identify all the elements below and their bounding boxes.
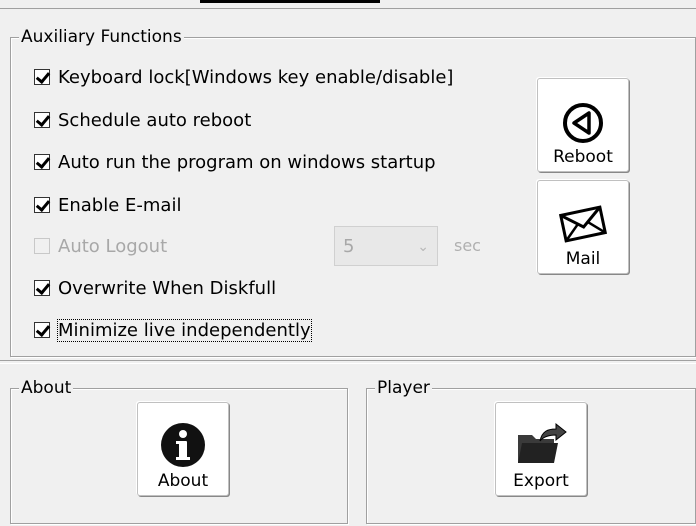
about-button[interactable]: About: [137, 402, 229, 496]
about-button-label: About: [157, 471, 209, 491]
export-button-label: Export: [513, 471, 569, 491]
mail-button[interactable]: Mail: [537, 180, 629, 274]
option-auto-logout[interactable]: Auto Logout: [34, 233, 167, 259]
info-icon: [161, 423, 205, 467]
top-bar-fragment: [200, 0, 380, 3]
option-enable-email[interactable]: Enable E-mail: [34, 192, 181, 218]
player-title: Player: [375, 377, 432, 399]
auto-logout-checkbox[interactable]: [34, 238, 50, 254]
minimize-live-checkbox[interactable]: [34, 322, 50, 338]
keyboard-lock-checkbox[interactable]: [34, 69, 50, 85]
option-auto-run[interactable]: Auto run the program on windows startup: [34, 149, 436, 175]
overwrite-diskfull-checkbox[interactable]: [34, 280, 50, 296]
mail-label: Mail: [565, 249, 601, 269]
enable-email-checkbox[interactable]: [34, 197, 50, 213]
auto-run-label: Auto run the program on windows startup: [58, 151, 436, 173]
option-schedule-reboot[interactable]: Schedule auto reboot: [34, 107, 251, 133]
reboot-icon: [563, 103, 603, 143]
option-keyboard-lock[interactable]: Keyboard lock[Windows key enable/disable…: [34, 64, 453, 90]
auto-logout-select-value: 5: [343, 235, 355, 257]
minimize-live-label: Minimize live independently: [57, 318, 312, 342]
auto-logout-unit: sec: [454, 236, 481, 255]
reboot-label: Reboot: [553, 147, 613, 167]
option-minimize-live[interactable]: Minimize live independently: [34, 317, 312, 343]
panel-divider: [0, 360, 696, 364]
option-overwrite-diskfull[interactable]: Overwrite When Diskfull: [34, 275, 276, 301]
schedule-reboot-label: Schedule auto reboot: [58, 109, 252, 131]
about-title: About: [19, 377, 74, 399]
export-icon: [518, 422, 567, 463]
enable-email-label: Enable E-mail: [58, 194, 182, 216]
export-button[interactable]: Export: [495, 402, 587, 496]
reboot-button[interactable]: Reboot: [537, 78, 629, 172]
schedule-reboot-checkbox[interactable]: [34, 112, 50, 128]
auto-run-checkbox[interactable]: [34, 154, 50, 170]
auto-logout-select[interactable]: 5 ⌄: [334, 226, 438, 266]
auto-logout-label: Auto Logout: [58, 235, 168, 257]
mail-icon: [558, 205, 608, 243]
overwrite-diskfull-label: Overwrite When Diskfull: [58, 277, 277, 299]
keyboard-lock-label: Keyboard lock[Windows key enable/disable…: [58, 66, 454, 88]
chevron-down-icon[interactable]: ⌄: [417, 239, 429, 255]
auxiliary-functions-title: Auxiliary Functions: [19, 26, 184, 48]
